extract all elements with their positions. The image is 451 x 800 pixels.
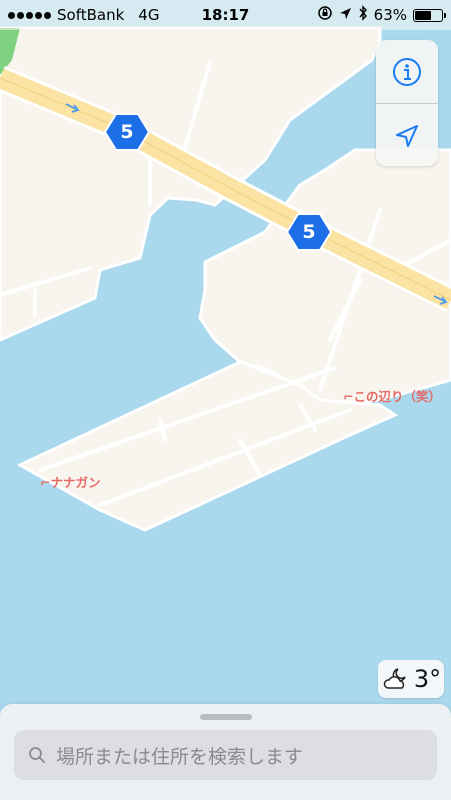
carrier-label: SoftBank	[57, 6, 125, 24]
location-arrow-icon	[339, 6, 352, 24]
route-shield-label: 5	[302, 221, 316, 243]
signal-dots-icon	[8, 11, 51, 19]
poi-marker-icon: ⌐	[343, 389, 354, 404]
battery-fill	[415, 10, 431, 20]
map-controls	[376, 40, 438, 166]
info-button[interactable]	[376, 40, 438, 103]
search-placeholder: 場所または住所を検索します	[56, 745, 304, 768]
current-location-button[interactable]	[376, 103, 438, 166]
weather-badge[interactable]: 3°	[378, 660, 444, 698]
search-sheet: 場所または住所を検索します	[0, 704, 451, 800]
rotation-lock-icon	[317, 5, 333, 25]
location-arrow-icon	[396, 124, 418, 147]
search-input[interactable]: 場所または住所を検索します	[14, 730, 437, 780]
sheet-grabber[interactable]	[200, 714, 252, 720]
search-icon	[29, 747, 45, 763]
info-icon	[393, 57, 421, 86]
bluetooth-icon	[358, 5, 368, 25]
status-bar: SoftBank 4G 18:17 63%	[0, 0, 451, 30]
network-label: 4G	[138, 6, 160, 24]
route-shield[interactable]: 5	[286, 212, 332, 252]
poi-label-text: この辺り（笑）	[353, 389, 441, 404]
weather-temperature: 3°	[413, 665, 442, 693]
poi-label[interactable]: ⌐ナナガン	[40, 472, 101, 491]
route-shield-label: 5	[120, 121, 134, 143]
partly-cloudy-night-icon	[383, 668, 406, 689]
route-shield[interactable]: 5	[104, 112, 150, 152]
battery-percent: 63%	[373, 6, 407, 24]
poi-label[interactable]: ⌐この辺り（笑）	[343, 386, 441, 405]
poi-marker-icon: ⌐	[40, 475, 51, 490]
poi-label-text: ナナガン	[50, 475, 101, 490]
battery-icon	[413, 8, 446, 22]
